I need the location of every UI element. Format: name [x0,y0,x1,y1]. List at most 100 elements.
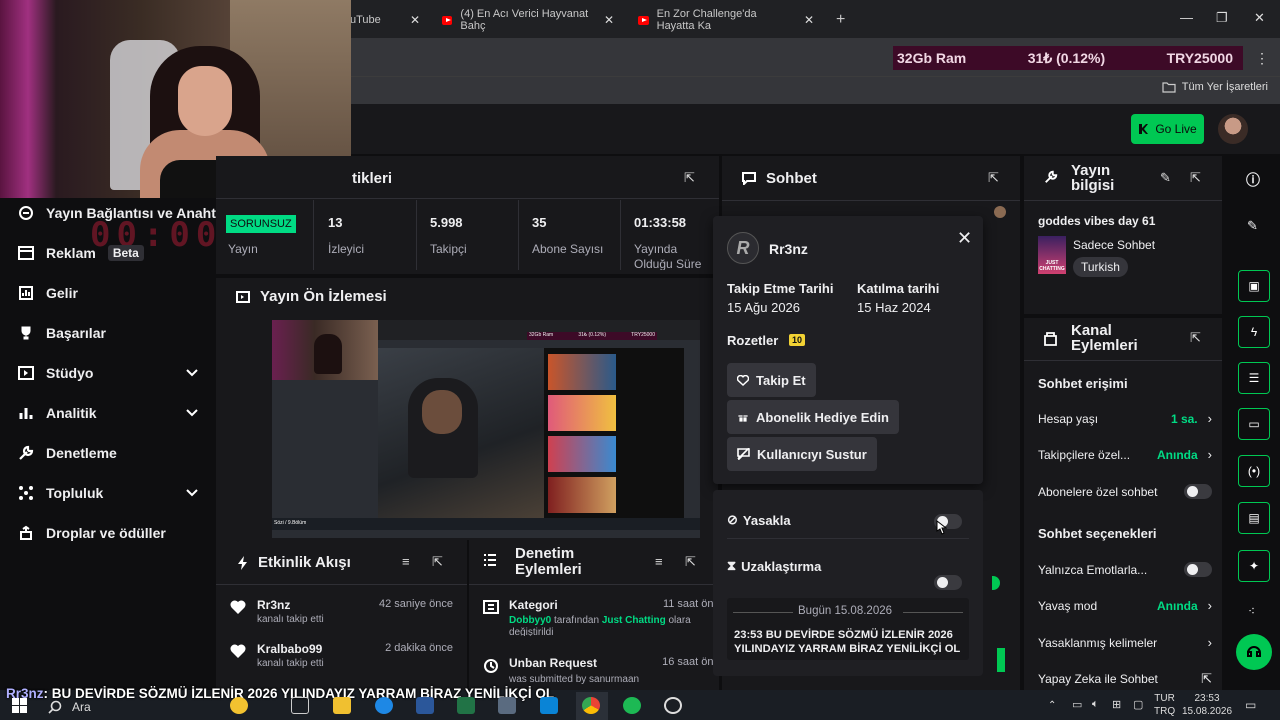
sidebar-item-community[interactable]: Topluluk [18,485,198,501]
widgets-icon[interactable] [230,697,248,714]
edit-icon[interactable]: ✎ [1247,218,1258,234]
list-icon[interactable]: ☰ [1238,362,1270,394]
task-view-icon[interactable] [291,697,309,714]
sidebar-item-ads[interactable]: Reklam Beta [18,245,198,261]
taskbar-clock[interactable]: 23:53 15.08.2026 [1182,692,1232,718]
all-bookmarks-button[interactable]: Tüm Yer İşaretleri [1162,81,1268,93]
slow-mode-row[interactable]: Yavaş mod Anında › [1038,598,1212,613]
user-card-username[interactable]: Rr3nz [769,241,808,257]
input-language[interactable]: TUR TRQ [1154,692,1175,718]
close-tab-icon[interactable]: ✕ [804,13,814,27]
raid-icon[interactable]: (•) [1238,455,1270,487]
sidebar-item-revenue[interactable]: Gelir [18,285,198,301]
close-window-icon[interactable]: ✕ [1254,10,1265,26]
popout-icon[interactable]: ⇱ [1190,170,1201,186]
close-icon[interactable]: ✕ [957,228,972,249]
file-explorer-icon[interactable] [333,697,351,714]
blocked-terms-row[interactable]: Yasaklanmış kelimeler › [1038,635,1212,650]
popout-icon[interactable]: ⇱ [1190,330,1201,346]
channel-actions-panel: Kanal Eylemleri ⇱ Sohbet erişimi Hesap y… [1024,318,1222,690]
popout-icon[interactable]: ⇱ [988,170,999,186]
filter-icon[interactable]: ≡ [402,554,410,569]
store-icon[interactable] [540,697,558,714]
gift-sub-button[interactable]: Abonelik Hediye Edin [727,400,899,434]
browser-tab[interactable]: En Zor Challenge'da Hayatta Ka ✕ [628,6,824,34]
sidebar-item-label: Reklam [46,245,96,261]
stream-tag[interactable]: Turkish [1073,257,1128,277]
analytics-icon [18,405,34,421]
filter-icon[interactable]: ≡ [655,554,663,569]
word-icon[interactable] [416,697,434,714]
ad-icon [18,246,34,260]
display-icon[interactable]: ▢ [1133,698,1143,711]
tray-chevron-icon[interactable]: ⌃ [1048,700,1056,711]
chat-icon[interactable]: ▭ [1238,408,1270,440]
calculator-icon[interactable] [498,697,516,714]
section-title: Sohbet erişimi [1038,376,1128,391]
excel-icon[interactable] [457,697,475,714]
support-icon[interactable] [1236,634,1272,670]
close-tab-icon[interactable]: ✕ [604,13,614,27]
notifications-icon[interactable]: ▭ [1245,698,1256,712]
panel-title: Yayın bilgisi [1071,163,1114,193]
list-item[interactable]: Rr3nz 42 saniye önce kanalı takip etti [216,592,467,632]
browser-tab[interactable]: (4) En Acı Verici Hayvanat Bahç ✕ [432,6,624,34]
popout-icon[interactable]: ⇱ [684,170,695,186]
close-tab-icon[interactable]: ✕ [410,13,420,27]
emote-only-toggle[interactable] [1184,562,1212,577]
maximize-icon[interactable]: ❐ [1216,10,1228,26]
sidebar-item-achievements[interactable]: Başarılar [18,325,198,341]
volume-icon[interactable]: 🔈︎ [1092,698,1099,711]
clip-icon[interactable]: ▣ [1238,270,1270,302]
sidebar-item-moderation[interactable]: Denetleme [18,445,198,461]
info-icon[interactable]: ⓘ [1246,170,1260,190]
subs-only-toggle[interactable] [1184,484,1212,499]
sidebar-item-analytics[interactable]: Analitik [18,405,198,421]
heart-icon [230,644,246,658]
network-icon[interactable]: ▭ [1072,698,1082,711]
edit-icon[interactable]: ✎ [1160,170,1171,186]
windows-start-icon[interactable] [12,698,27,713]
sidebar-item-drops[interactable]: Droplar ve ödüller [18,525,198,541]
ai-chat-row[interactable]: Yapay Zeka ile Sohbet ⇱ [1038,670,1212,688]
wrench-icon [18,445,34,461]
avatar[interactable]: R [727,232,759,264]
avatar[interactable] [1218,114,1248,144]
sidebar-item-studio[interactable]: Stüdyo [18,365,198,381]
browser-tab[interactable]: uTube ✕ [340,6,430,34]
wrench-icon[interactable]: ✦ [1238,550,1270,582]
edge-icon[interactable] [375,697,393,714]
popout-icon[interactable]: ⇱ [432,554,443,570]
minimize-icon[interactable]: — [1180,10,1193,25]
more-menu-icon[interactable]: ⋮ [1255,50,1269,67]
list-item[interactable]: Kralbabo99 2 dakika önce kanalı takip et… [216,636,467,676]
popout-icon[interactable]: ⇱ [685,554,696,570]
preview-ticker-change: 31₺ (0.12%) [578,332,606,338]
taskbar-search[interactable]: Ara [48,697,218,717]
stat-viewers: 13 İzleyici [316,200,417,270]
sidebar-item-stream-key[interactable]: Yayın Bağlantısı ve Anahta [18,205,218,221]
stream-preview-video[interactable]: 32Gb Ram 31₺ (0.12%) TRY25000 Sözi / 9.B… [272,320,700,538]
go-live-button[interactable]: Go Live [1131,114,1204,144]
battery-icon[interactable]: ⊞ [1112,698,1121,711]
chrome-icon[interactable] [582,697,600,714]
tab-title: (4) En Acı Verici Hayvanat Bahç [460,8,589,32]
account-age-row[interactable]: Hesap yaşı 1 sa. › [1038,411,1212,426]
obs-icon[interactable] [664,697,682,714]
lightning-icon[interactable]: ϟ [1238,316,1270,348]
chevron-right-icon: › [1207,411,1212,426]
community-icon[interactable]: ⁖ [1248,604,1255,618]
followers-only-row[interactable]: Takipçilere özel... Anında › [1038,447,1212,462]
spotify-icon[interactable] [623,697,641,714]
mute-user-button[interactable]: Kullanıcıyı Sustur [727,437,877,471]
list-item[interactable]: Unban Request 16 saat önc was submitted … [469,650,719,684]
list-item[interactable]: Kategori 11 saat önc Dobbyy0 tarafından … [469,592,719,636]
new-tab-button[interactable]: + [826,6,856,34]
ad-icon[interactable]: ▤ [1238,502,1270,534]
heart-icon [737,374,749,386]
panel-title-line: bilgisi [1071,177,1115,194]
follow-button[interactable]: Takip Et [727,363,816,397]
stream-category[interactable]: Sadece Sohbet [1073,238,1155,252]
timeout-toggle[interactable] [934,575,962,590]
sidebar-item-label: Analitik [46,405,97,421]
